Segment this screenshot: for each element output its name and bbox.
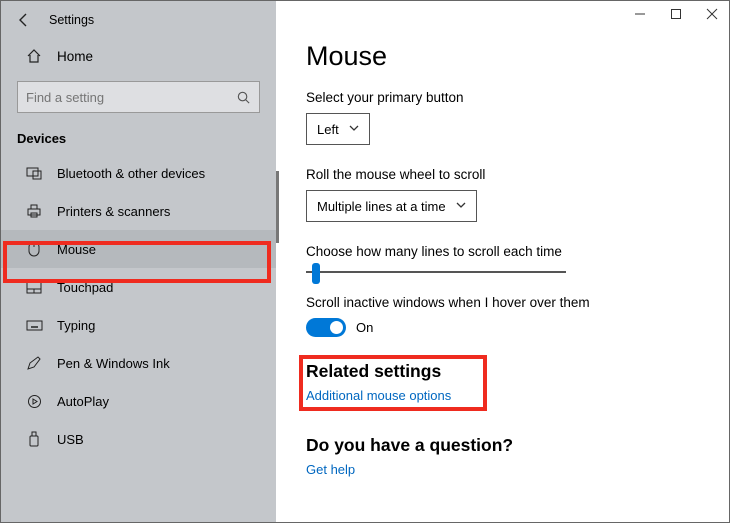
sidebar-home[interactable]: Home [1,35,276,73]
search-icon [236,90,251,105]
primary-button-label: Select your primary button [306,90,729,105]
primary-button-value: Left [317,122,339,137]
back-button[interactable] [15,11,33,29]
sidebar-item-mouse[interactable]: Mouse [1,230,276,268]
scroll-indicator [276,171,279,243]
inactive-toggle[interactable] [306,318,346,337]
sidebar-section-heading: Devices [1,123,276,154]
sidebar-item-label: Pen & Windows Ink [57,356,170,371]
page-title: Mouse [306,41,729,72]
sidebar-item-touchpad[interactable]: Touchpad [1,268,276,306]
sidebar-home-label: Home [57,49,93,64]
sidebar-item-usb[interactable]: USB [1,420,276,458]
pen-icon [25,354,43,372]
lines-label: Choose how many lines to scroll each tim… [306,244,729,259]
wheel-scroll-dropdown[interactable]: Multiple lines at a time [306,190,477,222]
lines-slider[interactable] [306,271,566,273]
sidebar-item-autoplay[interactable]: AutoPlay [1,382,276,420]
sidebar-item-label: Typing [57,318,95,333]
sidebar-item-pen[interactable]: Pen & Windows Ink [1,344,276,382]
inactive-label: Scroll inactive windows when I hover ove… [306,295,729,310]
wheel-scroll-label: Roll the mouse wheel to scroll [306,167,729,182]
search-box[interactable] [17,81,260,113]
sidebar-item-label: Bluetooth & other devices [57,166,205,181]
app-title: Settings [49,13,94,27]
keyboard-icon [25,316,43,334]
printer-icon [25,202,43,220]
mouse-icon [25,240,43,258]
related-heading: Related settings [306,361,729,382]
sidebar-item-label: Mouse [57,242,96,257]
sidebar-item-label: AutoPlay [57,394,109,409]
search-input[interactable] [26,90,217,105]
close-button[interactable] [705,7,719,21]
devices-icon [25,164,43,182]
wheel-scroll-value: Multiple lines at a time [317,199,446,214]
sidebar-item-label: Printers & scanners [57,204,170,219]
usb-icon [25,430,43,448]
primary-button-dropdown[interactable]: Left [306,113,370,145]
sidebar-item-bluetooth[interactable]: Bluetooth & other devices [1,154,276,192]
slider-thumb[interactable] [312,263,320,284]
autoplay-icon [25,392,43,410]
inactive-value: On [356,320,373,335]
maximize-button[interactable] [669,7,683,21]
chevron-down-icon [349,124,359,134]
sidebar-item-typing[interactable]: Typing [1,306,276,344]
additional-mouse-options-link[interactable]: Additional mouse options [306,388,451,403]
minimize-button[interactable] [633,7,647,21]
touchpad-icon [25,278,43,296]
question-heading: Do you have a question? [306,435,729,456]
get-help-link[interactable]: Get help [306,462,355,477]
sidebar-item-label: Touchpad [57,280,113,295]
sidebar-item-printers[interactable]: Printers & scanners [1,192,276,230]
sidebar-item-label: USB [57,432,84,447]
home-icon [25,47,43,65]
chevron-down-icon [456,201,466,211]
